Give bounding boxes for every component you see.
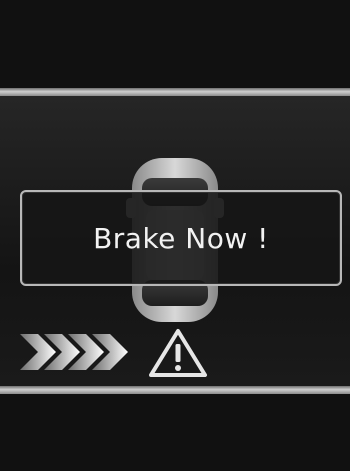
- bottom-divider-line: [0, 386, 350, 394]
- warning-triangle-icon: [149, 329, 207, 377]
- top-divider-line: [0, 88, 350, 96]
- instrument-display: Brake Now !: [0, 0, 350, 471]
- alert-message: Brake Now !: [93, 221, 269, 255]
- chevrons-right-icon: [20, 334, 128, 370]
- brake-alert-dialog: Brake Now !: [20, 190, 342, 286]
